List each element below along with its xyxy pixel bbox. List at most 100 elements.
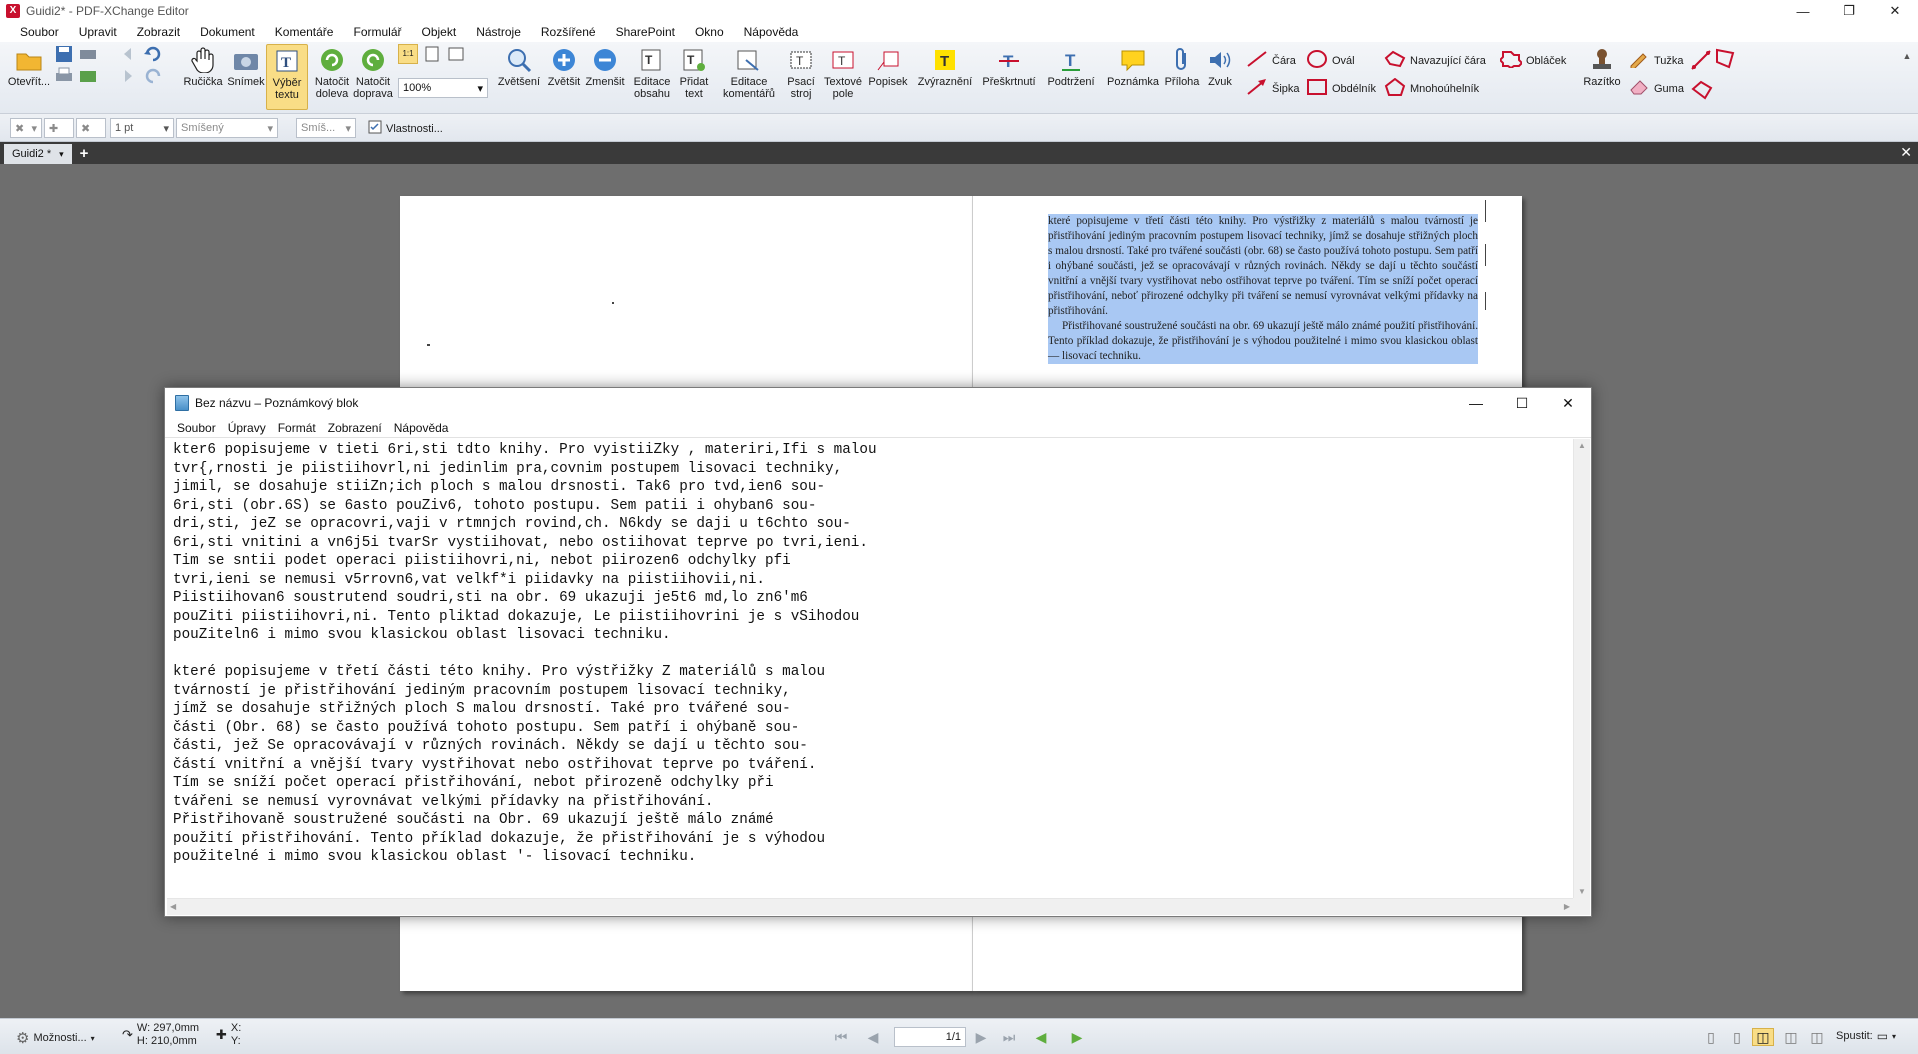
rectangle-tool-button[interactable]: Obdélník	[1306, 78, 1376, 99]
edit-content-button[interactable]: T Editace obsahu	[630, 46, 674, 100]
menu-okno[interactable]: Okno	[685, 25, 734, 39]
facing-continuous-view-icon[interactable]: ◫	[1780, 1028, 1802, 1046]
line-width-combo[interactable]: 1 pt ▾	[110, 118, 174, 138]
tab-guidi2[interactable]: Guidi2 * ▾	[4, 144, 72, 164]
menu-soubor[interactable]: Soubor	[10, 25, 69, 39]
enlarge-button[interactable]: Zvětšit	[544, 46, 584, 88]
restore-icon[interactable]: ❐	[1826, 0, 1872, 22]
stamp-button[interactable]: Razítko	[1582, 46, 1622, 88]
print-button[interactable]	[54, 66, 74, 88]
facing-view-icon[interactable]: ◫	[1752, 1028, 1774, 1046]
line-style-combo[interactable]: Smíšený ▾	[176, 118, 278, 138]
options-button[interactable]: ⚙ Možnosti... ▾	[16, 1029, 95, 1047]
redo-button[interactable]	[142, 66, 164, 88]
scan-button[interactable]	[78, 44, 98, 66]
zoom-in-tool-button[interactable]: Zvětšení	[494, 46, 544, 88]
forward-button[interactable]	[118, 66, 138, 88]
continuous-view-icon[interactable]: ▯	[1726, 1028, 1748, 1046]
attachment-button[interactable]: Příloha	[1162, 46, 1202, 88]
notepad-size-grip[interactable]	[1573, 898, 1590, 915]
save-button[interactable]	[54, 44, 74, 66]
menu-rozsirene[interactable]: Rozšířené	[531, 25, 606, 39]
measure-perimeter-button[interactable]	[1688, 78, 1716, 104]
previous-view-icon[interactable]: ◀	[1030, 1028, 1052, 1046]
typewriter-button[interactable]: T Psací stroj	[784, 46, 818, 100]
pdf-paragraph-1[interactable]: které popisujeme v třetí části této knih…	[1048, 214, 1478, 319]
menu-upravit[interactable]: Upravit	[69, 25, 127, 39]
note-button[interactable]: Poznámka	[1104, 46, 1162, 88]
minimize-icon[interactable]: —	[1780, 0, 1826, 22]
email-button[interactable]	[78, 66, 98, 88]
pdf-paragraph-2[interactable]: Přistřihované soustružené součásti na ob…	[1048, 319, 1478, 364]
tab-menu-icon[interactable]: ▾	[59, 149, 64, 160]
rotate-left-button[interactable]: Natočit doleva	[312, 46, 352, 100]
pdf-selected-text[interactable]: které popisujeme v třetí části této knih…	[1048, 214, 1478, 364]
text-box-button[interactable]: T Textové pole	[820, 46, 866, 100]
scroll-up-icon[interactable]: ▲	[1578, 441, 1586, 450]
callout-button[interactable]: Popisek	[866, 46, 910, 88]
notepad-menu-zobrazeni[interactable]: Zobrazení	[322, 421, 388, 435]
highlight-button[interactable]: T Zvýraznění	[914, 46, 976, 88]
last-page-icon[interactable]: ⏭	[998, 1028, 1020, 1046]
notepad-window[interactable]: Bez názvu – Poznámkový blok — ☐ ✕ Soubor…	[164, 387, 1592, 917]
select-text-button[interactable]: T Výběr textu	[266, 44, 308, 110]
run-control[interactable]: Spustit: ▭ ▾	[1836, 1029, 1896, 1043]
arrow-tool-button[interactable]: Šipka	[1246, 78, 1300, 99]
scroll-right-icon[interactable]: ▶	[1564, 902, 1570, 911]
pencil-tool-button[interactable]: Tužka	[1628, 50, 1684, 71]
strikeout-button[interactable]: T Přeškrtnutí	[976, 46, 1042, 88]
menu-dokument[interactable]: Dokument	[190, 25, 265, 39]
undo-button[interactable]	[142, 44, 164, 66]
menu-napoveda[interactable]: Nápověda	[734, 25, 809, 39]
rotate-right-button[interactable]: Natočit doprava	[352, 46, 394, 100]
fill-color-combo[interactable]: ✖ ▾	[10, 118, 42, 138]
add-text-button[interactable]: T Přidat text	[676, 46, 712, 100]
next-view-icon[interactable]: ▶	[1066, 1028, 1088, 1046]
opacity-combo[interactable]: ✖	[76, 118, 106, 138]
close-icon[interactable]: ✕	[1872, 0, 1918, 22]
menu-objekt[interactable]: Objekt	[412, 25, 467, 39]
back-button[interactable]	[118, 44, 138, 66]
fit-page-button[interactable]	[422, 44, 442, 66]
notepad-horizontal-scrollbar[interactable]: ◀ ▶	[167, 898, 1573, 915]
new-tab-icon[interactable]: +	[80, 145, 89, 162]
next-page-icon[interactable]: ▶	[970, 1028, 992, 1046]
notepad-menu-napoveda[interactable]: Nápověda	[388, 421, 455, 435]
fit-width-button[interactable]	[446, 44, 466, 66]
sound-button[interactable]: Zvuk	[1202, 46, 1238, 88]
close-document-icon[interactable]: ✕	[1900, 144, 1912, 161]
shrink-button[interactable]: Zmenšit	[584, 46, 626, 88]
underline-button[interactable]: T Podtržení	[1042, 46, 1100, 88]
hand-tool-button[interactable]: Ručička	[180, 46, 226, 88]
polyline-tool-button[interactable]: Navazující čára	[1384, 50, 1486, 71]
notepad-close-icon[interactable]: ✕	[1545, 388, 1591, 418]
line-end-combo[interactable]: Smíš... ▾	[296, 118, 356, 138]
stroke-color-combo[interactable]: ✚	[44, 118, 74, 138]
cloud-tool-button[interactable]: Obláček	[1498, 50, 1566, 71]
first-page-icon[interactable]: ⏮	[830, 1028, 852, 1046]
eraser-tool-button[interactable]: Guma	[1628, 78, 1684, 99]
ribbon-expand-button[interactable]: ▲	[1900, 50, 1914, 62]
notepad-menu-soubor[interactable]: Soubor	[171, 421, 222, 435]
edit-comments-button[interactable]: Editace komentářů	[720, 46, 778, 100]
page-number-input[interactable]: 1/1	[894, 1027, 966, 1047]
notepad-maximize-icon[interactable]: ☐	[1499, 388, 1545, 418]
previous-page-icon[interactable]: ◀	[862, 1028, 884, 1046]
scroll-down-icon[interactable]: ▼	[1578, 887, 1586, 896]
menu-formular[interactable]: Formulář	[343, 25, 411, 39]
snapshot-button[interactable]: Snímek	[226, 46, 266, 88]
oval-tool-button[interactable]: Ovál	[1306, 50, 1355, 71]
menu-nastroje[interactable]: Nástroje	[466, 25, 531, 39]
actual-size-button[interactable]: 1:1	[398, 44, 418, 66]
polygon-tool-button[interactable]: Mnohoúhelník	[1384, 77, 1479, 99]
properties-button[interactable]: Vlastnosti...	[368, 120, 443, 137]
open-button[interactable]: Otevřít...	[6, 46, 52, 88]
notepad-vertical-scrollbar[interactable]: ▲ ▼	[1573, 439, 1590, 898]
notepad-title-bar[interactable]: Bez názvu – Poznámkový blok — ☐ ✕	[165, 388, 1591, 418]
notepad-menu-format[interactable]: Formát	[272, 421, 322, 435]
single-page-view-icon[interactable]: ▯	[1700, 1028, 1722, 1046]
menu-sharepoint[interactable]: SharePoint	[606, 25, 685, 39]
menu-komentare[interactable]: Komentáře	[265, 25, 344, 39]
scroll-left-icon[interactable]: ◀	[170, 902, 176, 911]
cover-view-icon[interactable]: ◫	[1806, 1028, 1828, 1046]
